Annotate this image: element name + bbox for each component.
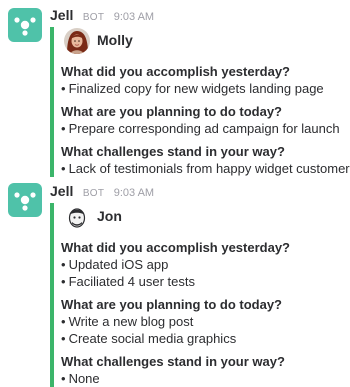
molly-avatar[interactable]	[64, 28, 90, 54]
bullet: •	[61, 257, 66, 272]
sender-name[interactable]: Jell	[50, 183, 73, 199]
standup-section: What challenges stand in your way? • None	[61, 353, 350, 387]
bullet: •	[61, 274, 66, 289]
user-row: Jon	[61, 203, 350, 233]
bullet: •	[61, 371, 66, 386]
bullet: •	[61, 331, 66, 346]
question: What did you accomplish yesterday?	[61, 64, 290, 79]
answer-item: • Write a new blog post	[61, 313, 350, 330]
standup-section: What are you planning to do today? • Writ…	[61, 296, 350, 347]
timestamp[interactable]: 9:03 AM	[114, 187, 154, 199]
standup-attachment: Molly What did you accomplish yesterday?…	[50, 27, 350, 177]
answer-text: Faciliated 4 user tests	[68, 274, 196, 289]
question: What are you planning to do today?	[61, 104, 282, 119]
standup-section: What are you planning to do today? • Prep…	[61, 103, 350, 137]
standup-attachment: Jon What did you accomplish yesterday? •…	[50, 203, 350, 387]
bullet: •	[61, 161, 66, 176]
answer-item: • Faciliated 4 user tests	[61, 273, 350, 290]
message: Jell BOT 9:03 AM Molly What did you acco…	[0, 0, 350, 180]
bot-badge: BOT	[82, 188, 105, 199]
answer-item: • Finalized copy for new widgets landing …	[61, 80, 350, 97]
question: What did you accomplish yesterday?	[61, 240, 290, 255]
answer-item: • Lack of testimonials from happy widget …	[61, 160, 350, 177]
standup-section: What did you accomplish yesterday? • Upda…	[61, 239, 350, 290]
answer-text: None	[68, 371, 100, 386]
answer-item: • Prepare corresponding ad campaign for l…	[61, 120, 350, 137]
message-header: Jell BOT 9:03 AM	[50, 6, 154, 24]
answer-text: Finalized copy for new widgets landing p…	[68, 81, 324, 96]
answer-text: Write a new blog post	[68, 314, 194, 329]
standup-section: What did you accomplish yesterday? • Fina…	[61, 63, 350, 97]
standup-section: What challenges stand in your way? • Lack…	[61, 143, 350, 177]
user-name: Molly	[97, 32, 133, 48]
answer-item: • None	[61, 370, 350, 387]
answer-text: Updated iOS app	[68, 257, 169, 272]
user-name: Jon	[97, 208, 122, 224]
question: What are you planning to do today?	[61, 297, 282, 312]
message: Jell BOT 9:03 AM Jon What did you accomp…	[0, 180, 350, 387]
answer-text: Prepare corresponding ad campaign for la…	[68, 121, 340, 136]
sender-name[interactable]: Jell	[50, 7, 73, 23]
bullet: •	[61, 81, 66, 96]
answer-text: Create social media graphics	[68, 331, 237, 346]
answer-item: • Updated iOS app	[61, 256, 350, 273]
jell-app-icon[interactable]	[8, 8, 42, 42]
answer-item: • Create social media graphics	[61, 330, 350, 347]
bullet: •	[61, 121, 66, 136]
jell-app-icon[interactable]	[8, 183, 42, 217]
question: What challenges stand in your way?	[61, 354, 285, 369]
jon-avatar[interactable]	[64, 204, 90, 230]
answer-text: Lack of testimonials from happy widget c…	[68, 161, 350, 176]
user-row: Molly	[61, 27, 350, 57]
bot-badge: BOT	[82, 12, 105, 23]
timestamp[interactable]: 9:03 AM	[114, 11, 154, 23]
bullet: •	[61, 314, 66, 329]
message-header: Jell BOT 9:03 AM	[50, 182, 154, 200]
question: What challenges stand in your way?	[61, 144, 285, 159]
